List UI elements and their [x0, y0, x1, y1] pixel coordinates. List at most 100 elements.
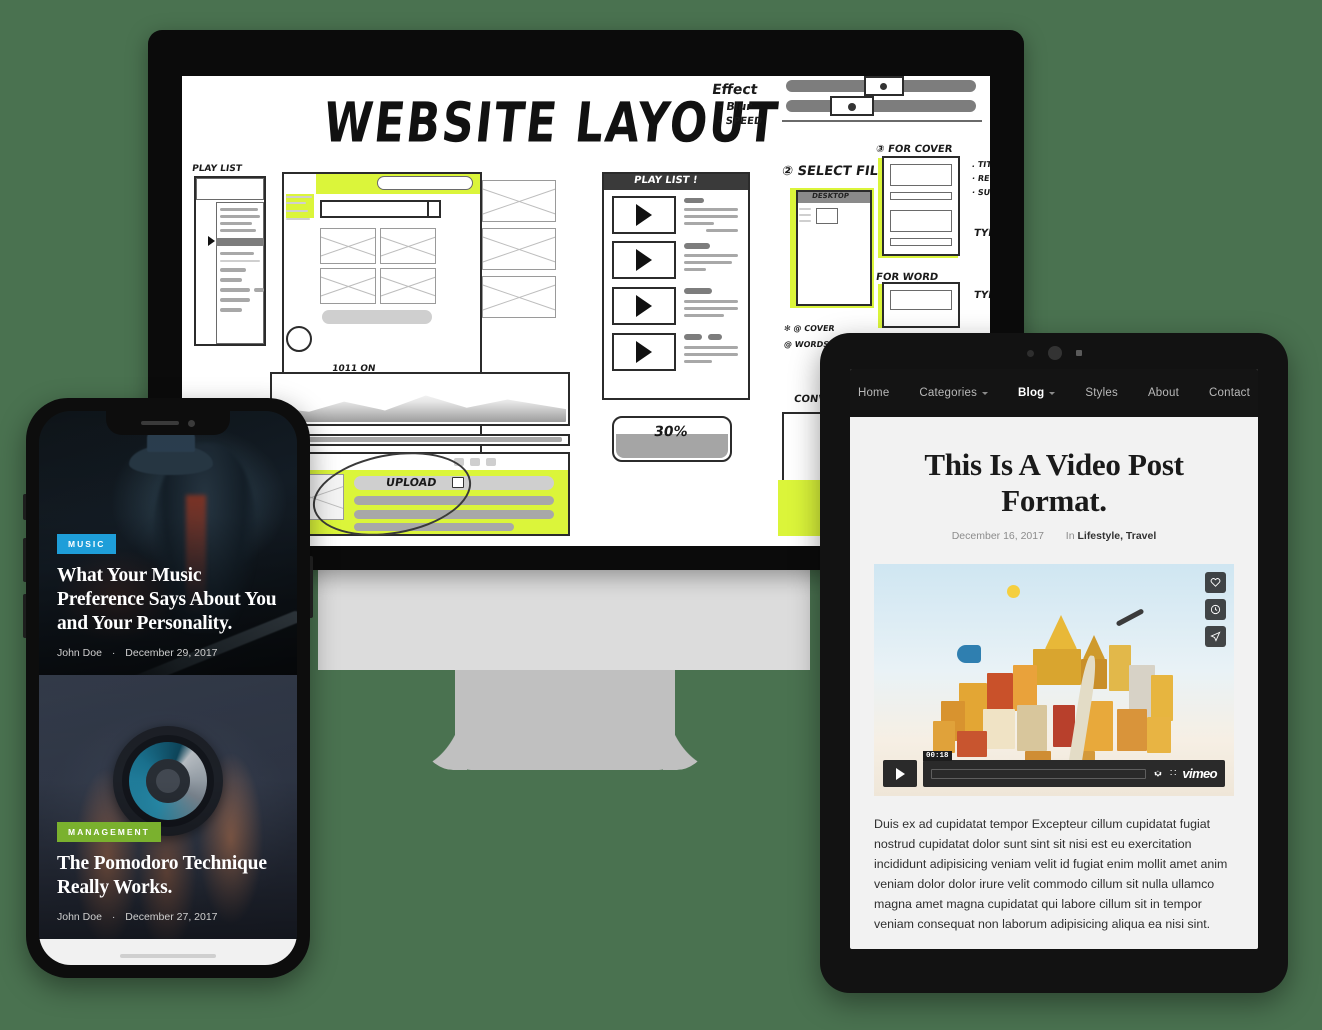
video-actions[interactable]: [1205, 572, 1226, 647]
volume-down-button[interactable]: [23, 594, 26, 638]
sketch-line: [684, 353, 738, 356]
video-player[interactable]: 00:18 ∷ vimeo: [874, 564, 1234, 796]
sketch-image-placeholder: [482, 228, 556, 270]
card-title[interactable]: The Pomodoro Technique Really Works.: [57, 852, 281, 900]
phone-screen[interactable]: MUSIC What Your Music Preference Says Ab…: [39, 411, 297, 965]
sketch-cover-input: [890, 238, 952, 246]
silent-switch[interactable]: [23, 494, 26, 520]
annotation-cover-note: ✻ @ COVER: [783, 324, 836, 333]
sketch-image-placeholder: [320, 268, 376, 304]
tablet-sensors: [820, 345, 1288, 361]
sketch-line: [799, 214, 811, 216]
nav-item-home[interactable]: Home: [858, 387, 889, 399]
article-body: Duis ex ad cupidatat tempor Excepteur ci…: [850, 796, 1258, 949]
volume-up-button[interactable]: [23, 538, 26, 582]
like-icon[interactable]: [1205, 572, 1226, 593]
annotation-speed: - SPEED: [717, 116, 763, 127]
article-categories[interactable]: Lifestyle, Travel: [1077, 530, 1156, 542]
sketch-line: [706, 229, 738, 232]
play-button[interactable]: [883, 760, 917, 787]
article-date: December 16, 2017: [951, 530, 1044, 542]
sketch-line-active: [216, 238, 264, 246]
card-content: MUSIC What Your Music Preference Says Ab…: [57, 534, 281, 659]
sketch-line: [684, 222, 714, 225]
status-badge[interactable]: MANAGEMENT: [57, 822, 161, 843]
article-in-label: In: [1065, 530, 1075, 542]
more-icon[interactable]: ∷: [1170, 768, 1176, 779]
sketch-cover-input: [890, 192, 952, 200]
vimeo-logo: vimeo: [1182, 766, 1217, 781]
sketch-slider-dot: [848, 103, 856, 111]
tablet-screen[interactable]: Home Categories Blog Styles About Contac…: [850, 369, 1258, 949]
page-title: This Is A Video Post Format.: [924, 447, 1184, 518]
sketch-input-button: [427, 200, 441, 218]
sketch-slider-track: [786, 100, 976, 112]
power-button[interactable]: [310, 556, 313, 618]
progress-label: 30%: [652, 424, 689, 440]
sketch-avatar: [286, 326, 312, 352]
sketch-line: [684, 307, 738, 310]
mockup-stage: WEBSITE LAYOUT PLAY LIST PLAY LIST ! Eff…: [0, 0, 1322, 1030]
card-author: John Doe: [57, 647, 102, 659]
sketch-line: [684, 261, 732, 264]
article-paragraph-1: Duis ex ad cupidatat tempor Excepteur ci…: [874, 817, 1228, 932]
phone-footer: [39, 939, 297, 965]
sketch-note-line: [286, 196, 312, 198]
list-item[interactable]: MANAGEMENT The Pomodoro Technique Really…: [39, 675, 297, 939]
sketch-note-line: [286, 202, 306, 204]
sketch-image-placeholder: [380, 228, 436, 264]
sketch-line: [220, 308, 242, 312]
home-indicator[interactable]: [120, 954, 216, 958]
video-controls[interactable]: 00:18 ∷ vimeo: [883, 751, 1225, 787]
nav-item-blog[interactable]: Blog: [1018, 387, 1056, 399]
card-meta: John Doe · December 27, 2017: [57, 911, 281, 923]
card-title[interactable]: What Your Music Preference Says About Yo…: [57, 564, 281, 636]
sketch-video-thumb: [612, 287, 676, 325]
nav-item-contact[interactable]: Contact: [1209, 387, 1250, 399]
sketch-line: [220, 252, 254, 255]
tablet-navbar[interactable]: Home Categories Blog Styles About Contac…: [850, 369, 1258, 417]
annotation-play-list-left: PLAY LIST: [191, 164, 243, 174]
front-camera-icon: [1047, 346, 1062, 360]
sketch-rule: [782, 120, 982, 122]
video-progress-track[interactable]: 00:18 ∷ vimeo: [923, 751, 1225, 787]
gear-icon[interactable]: [1153, 765, 1163, 783]
sketch-window-control: [470, 458, 480, 466]
sketch-line: [684, 198, 704, 203]
building: [1151, 675, 1173, 721]
card-author: John Doe: [57, 911, 102, 923]
sketch-play-arrow: [208, 236, 215, 246]
speaker-icon: [141, 421, 179, 425]
sketch-line: [684, 243, 710, 249]
annotation-effect: Effect: [710, 82, 759, 98]
nav-label: Categories: [919, 387, 978, 399]
video-scrubber[interactable]: [931, 768, 1147, 779]
sketch-line: [220, 215, 260, 218]
nav-label: Blog: [1018, 387, 1045, 399]
nav-item-styles[interactable]: Styles: [1085, 387, 1118, 399]
sketch-line: [684, 215, 738, 218]
annotation-title: . TITLE @: [971, 160, 990, 169]
nav-item-categories[interactable]: Categories: [919, 387, 989, 399]
annotation-blur: - Blur: [717, 100, 753, 113]
sketch-slider-dot: [880, 83, 887, 90]
status-badge[interactable]: MUSIC: [57, 534, 117, 555]
nav-label: About: [1147, 387, 1179, 399]
monitor-neck: [318, 570, 810, 670]
sketch-playlist-header: [196, 178, 264, 200]
sketch-word-field: [890, 290, 952, 310]
meta-separator: ·: [111, 911, 116, 923]
list-item[interactable]: MUSIC What Your Music Preference Says Ab…: [39, 411, 297, 675]
meta-separator: ·: [111, 647, 116, 659]
share-icon[interactable]: [1205, 626, 1226, 647]
sketch-line: [220, 268, 246, 272]
watch-later-icon[interactable]: [1205, 599, 1226, 620]
annotation-submit: · SUBMIT @: [971, 188, 990, 197]
nav-item-about[interactable]: About: [1148, 387, 1179, 399]
article-meta: December 16, 2017 In Lifestyle, Travel: [874, 530, 1234, 542]
card-content: MANAGEMENT The Pomodoro Technique Really…: [57, 822, 281, 923]
sketch-line: [220, 278, 242, 282]
sketch-line: [684, 314, 724, 317]
card-date: December 27, 2017: [125, 911, 218, 923]
building: [1033, 649, 1081, 685]
